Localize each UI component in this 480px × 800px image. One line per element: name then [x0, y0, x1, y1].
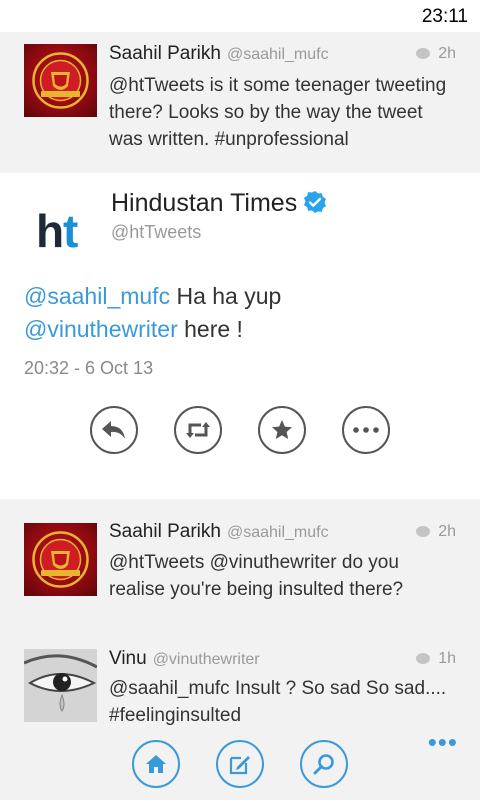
detail-author-name: Hindustan Times — [111, 189, 298, 217]
reply-bubble-icon — [416, 526, 431, 537]
compose-button[interactable] — [216, 740, 264, 788]
tweet-header: Saahil Parikh @saahil_mufc 2h — [109, 521, 456, 547]
detail-text-part: here ! — [177, 316, 243, 342]
more-icon — [353, 427, 379, 433]
logo-h: h — [36, 205, 64, 253]
tweet-list-item[interactable]: Vinu @vinuthewriter 1h @saahil_mufc Insul… — [0, 629, 480, 729]
reply-bubble-icon — [416, 48, 431, 59]
tweet-text: @htTweets is it some teenager tweeting t… — [109, 75, 447, 150]
retweet-button[interactable] — [174, 406, 222, 454]
search-icon — [313, 754, 334, 775]
tweet-age: 2h — [438, 523, 456, 540]
detail-text-part: Ha ha yup — [170, 283, 282, 309]
search-button[interactable] — [300, 740, 348, 788]
tweet-author-handle: @vinuthewriter — [152, 651, 260, 668]
tweet-author-handle: @saahil_mufc — [226, 46, 329, 63]
mention-link[interactable]: @vinuthewriter — [24, 316, 178, 342]
tweet-author-name: Saahil Parikh — [109, 521, 221, 542]
tweet-header: Vinu @vinuthewriter 1h — [109, 648, 456, 674]
retweet-icon — [186, 422, 210, 438]
status-clock: 23:11 — [421, 6, 468, 27]
status-bar: 23:11 — [0, 0, 480, 32]
tweet-list-item[interactable]: Saahil Parikh @saahil_mufc 2h @htTweets i… — [0, 32, 480, 173]
tweet-list-item[interactable]: Saahil Parikh @saahil_mufc 2h @htTweets @… — [0, 499, 480, 629]
mention-link[interactable]: @saahil_mufc — [24, 283, 170, 309]
detail-timestamp: 20:32 - 6 Oct 13 — [24, 358, 154, 378]
reply-icon — [102, 421, 125, 439]
home-icon — [146, 755, 166, 773]
detail-author[interactable]: Hindustan Times — [111, 189, 327, 218]
tweet-author-name: Saahil Parikh — [109, 43, 221, 64]
tweet-author-name: Vinu — [109, 648, 147, 669]
tweet-author-handle: @saahil_mufc — [226, 524, 329, 541]
tweet-age: 1h — [438, 650, 456, 667]
avatar[interactable] — [24, 523, 97, 596]
tweet-time: 1h — [416, 650, 456, 668]
detail-author-handle: @htTweets — [111, 222, 202, 242]
tweet-detail-card: h t Hindustan Times @htTweets @saahil_mu… — [0, 173, 480, 499]
reply-bubble-icon — [416, 653, 431, 664]
tweet-text: @htTweets @vinuthewriter do you realise … — [109, 552, 404, 600]
manchester-united-crest-icon — [32, 52, 89, 109]
home-button[interactable] — [132, 740, 180, 788]
tweet-age: 2h — [438, 45, 456, 62]
more-options-button[interactable] — [342, 406, 390, 454]
compose-icon — [229, 756, 250, 775]
detail-tweet-text: @saahil_mufc Ha ha yup @vinuthewriter he… — [24, 280, 456, 346]
favorite-button[interactable] — [258, 406, 306, 454]
tweet-text: @saahil_mufc Insult ? So sad So sad.... … — [109, 678, 447, 726]
tweet-time: 2h — [416, 523, 456, 541]
tweet-header: Saahil Parikh @saahil_mufc 2h — [109, 43, 456, 69]
avatar[interactable] — [24, 649, 97, 722]
manchester-united-crest-icon — [32, 531, 89, 588]
appbar-more-button[interactable]: ••• — [428, 729, 458, 755]
logo-t: t — [63, 205, 78, 253]
reply-button[interactable] — [90, 406, 138, 454]
avatar[interactable] — [24, 44, 97, 117]
tweet-time: 2h — [416, 45, 456, 63]
hindustan-times-logo[interactable]: h t — [36, 203, 96, 257]
crying-eye-icon — [24, 649, 97, 722]
verified-badge-icon — [304, 191, 327, 213]
favorite-icon — [272, 420, 292, 439]
